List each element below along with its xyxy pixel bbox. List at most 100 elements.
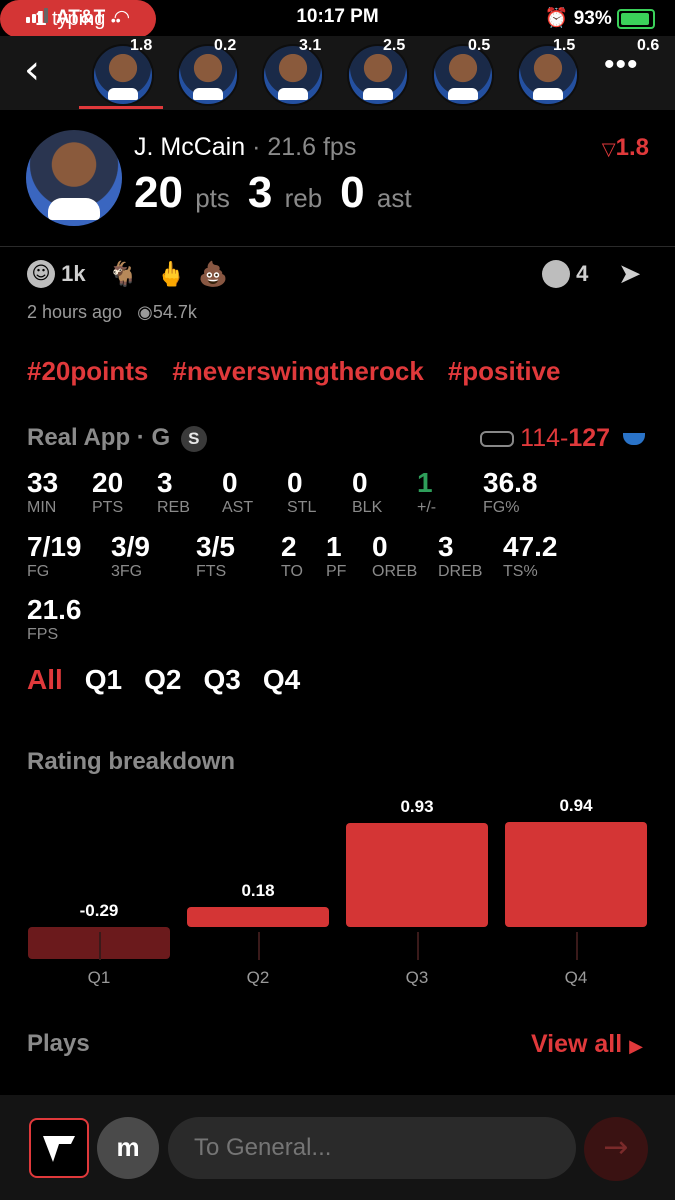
- stat-label: REB: [157, 499, 190, 516]
- stat-value: 0: [287, 467, 303, 498]
- stat-label: 3FG: [111, 563, 143, 580]
- stat-value: 3: [438, 531, 454, 562]
- stat-label: STL: [287, 499, 317, 516]
- tab-all[interactable]: All: [27, 664, 63, 695]
- stat-fg: 7/19 FG: [27, 532, 82, 582]
- ast-value: 0: [340, 168, 365, 217]
- caret-right-icon: ▶: [629, 1036, 643, 1057]
- stat-value: 3: [157, 467, 173, 498]
- hashtag[interactable]: #20points: [27, 356, 148, 386]
- stat-label: FTS: [196, 563, 227, 580]
- rating-arrow-icon: ▽: [601, 139, 616, 160]
- rating-bar-label: 0.93: [400, 796, 434, 816]
- player-strip: ‹ 1.8 0.2 3.1 2.5 0.5 1.5 ••• 0.6: [0, 36, 675, 110]
- middle-finger-icon[interactable]: 🖕: [156, 260, 186, 289]
- battery-percent: 93%: [573, 8, 612, 29]
- comments-button[interactable]: 4: [542, 260, 589, 289]
- view-count: 54.7k: [152, 302, 197, 322]
- send-button[interactable]: →: [584, 1117, 648, 1181]
- thunder-logo-icon: [623, 433, 645, 446]
- channel-button[interactable]: m: [97, 1117, 159, 1179]
- status-bar: AT&T ◠ 10:17 PM ⏰ 93%: [0, 0, 675, 36]
- ast-unit: ast: [376, 183, 412, 213]
- stat-3fg: 3/9 3FG: [111, 532, 150, 582]
- player-fps: · 21.6 fps: [252, 133, 357, 161]
- share-icon[interactable]: ➤: [618, 257, 641, 290]
- x-tick-label: Q1: [87, 968, 111, 987]
- stat-fps: 21.6 FPS: [27, 595, 82, 645]
- comment-count: 4: [576, 261, 589, 287]
- hashtag[interactable]: #positive: [448, 356, 561, 386]
- smile-count: 1k: [61, 261, 86, 287]
- stat-label: FG: [27, 563, 50, 580]
- battery: ⏰ 93%: [545, 6, 655, 30]
- rating-bar-q4: [505, 821, 647, 927]
- stat-oreb: 0 OREB: [372, 532, 417, 582]
- game-score[interactable]: 114-127: [480, 424, 645, 453]
- view-all-label: View all: [530, 1030, 623, 1058]
- tab-q3[interactable]: Q3: [204, 664, 241, 695]
- goat-icon[interactable]: 🐐: [108, 260, 138, 289]
- x-tick-label: Q4: [564, 968, 588, 987]
- stat-value: 20: [92, 467, 124, 498]
- hashtags: #20points #neverswingtherock #positive: [27, 356, 585, 387]
- stat-pf: 1 PF: [326, 532, 346, 582]
- stat-label: TS%: [503, 563, 538, 580]
- reb-unit: reb: [284, 183, 323, 213]
- tab-q2[interactable]: Q2: [144, 664, 181, 695]
- position-badge: S: [180, 425, 207, 452]
- stat-blk: 0 BLK: [352, 468, 382, 518]
- back-icon[interactable]: ‹: [24, 50, 40, 90]
- stat-ast: 0 AST: [222, 468, 253, 518]
- pts-unit: pts: [195, 183, 230, 213]
- smile-icon: ☺: [27, 260, 55, 289]
- player-thumb-rating: 0.5: [468, 37, 491, 54]
- stat-label: MIN: [27, 499, 57, 516]
- stat-value: 36.8: [483, 467, 538, 498]
- stat-value: 47.2: [503, 531, 558, 562]
- axis-tick: [576, 932, 578, 960]
- more-icon[interactable]: •••: [604, 48, 639, 82]
- x-tick-label: Q3: [405, 968, 429, 987]
- smile-reaction[interactable]: ☺ 1k: [27, 260, 86, 289]
- message-input[interactable]: [168, 1117, 576, 1179]
- battery-icon: [617, 8, 655, 29]
- stat-label: DREB: [438, 563, 483, 580]
- stat-ts-pct: 47.2 TS%: [503, 532, 558, 582]
- tab-q1[interactable]: Q1: [85, 664, 122, 695]
- view-all-link[interactable]: View all ▶: [531, 1030, 643, 1059]
- stat-value: 2: [281, 531, 297, 562]
- stat-to: 2 TO: [281, 532, 303, 582]
- stat-stl: 0 STL: [287, 468, 316, 518]
- stat-value: 33: [27, 467, 59, 498]
- stat-label: PTS: [92, 499, 124, 516]
- plays-title: Plays: [27, 1030, 90, 1057]
- stat-label: FG%: [483, 499, 520, 516]
- player-name-line: J. McCain · 21.6 fps: [134, 133, 356, 162]
- stat-value: 0: [372, 531, 388, 562]
- player-name: J. McCain: [134, 133, 246, 161]
- active-player-indicator: [79, 106, 163, 109]
- alarm-icon: ⏰: [544, 7, 569, 29]
- player-rating: ▽1.8: [602, 134, 649, 162]
- rating-bar-label: 0.18: [241, 880, 275, 900]
- app-logo-button[interactable]: [29, 1118, 89, 1178]
- poop-icon[interactable]: 💩: [198, 260, 228, 289]
- comment-logo-icon: [542, 260, 570, 289]
- app-logo-icon: [43, 1136, 75, 1162]
- hashtag[interactable]: #neverswingtherock: [172, 356, 423, 386]
- tab-q4[interactable]: Q4: [263, 664, 300, 695]
- player-thumb-rating: 1.5: [553, 37, 576, 54]
- score-home: 114: [520, 424, 560, 452]
- stat-plus-minus: 1 +/-: [417, 468, 436, 518]
- time-ago: 2 hours ago: [27, 302, 123, 322]
- axis-tick: [417, 932, 419, 960]
- stat-value: 1: [326, 531, 342, 562]
- stat-label: FPS: [27, 626, 59, 643]
- stat-value: 0: [222, 467, 238, 498]
- stat-label: PF: [326, 563, 347, 580]
- stat-value: 3/5: [196, 531, 235, 562]
- player-thumb-rating: 0.6: [637, 37, 660, 54]
- stat-value: 1: [417, 467, 433, 498]
- player-thumb-rating: 1.8: [130, 37, 153, 54]
